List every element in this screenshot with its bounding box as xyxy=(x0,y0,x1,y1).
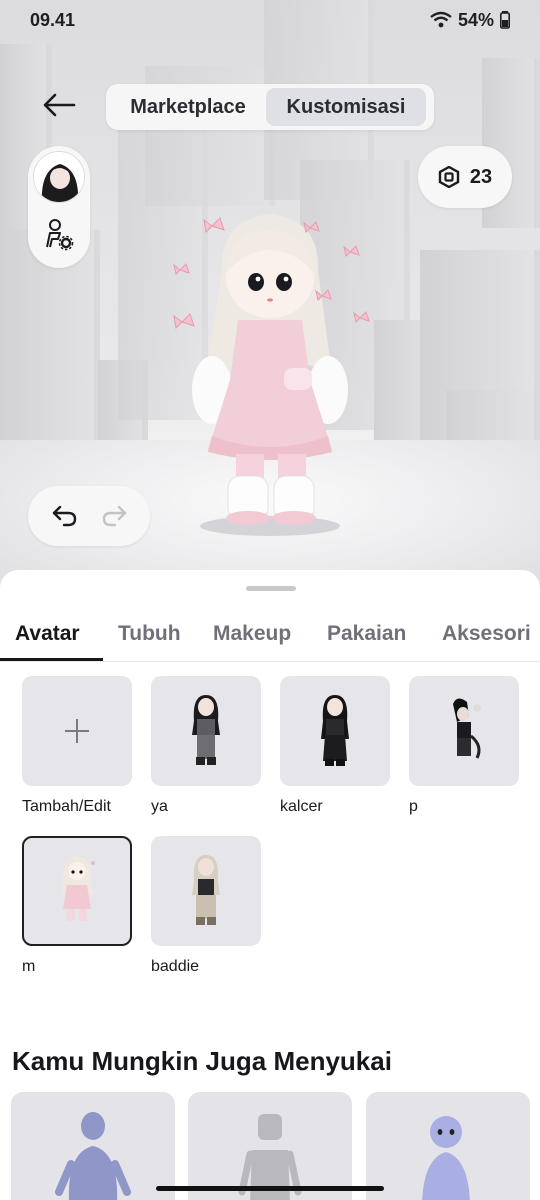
robux-balance[interactable]: 23 xyxy=(418,146,512,208)
battery-percent: 54% xyxy=(457,9,494,30)
status-time: 09.41 xyxy=(30,9,76,30)
outfit-item[interactable]: baddie xyxy=(151,836,261,976)
outfit-figure-image xyxy=(192,695,220,765)
outfit-item-selected[interactable]: m xyxy=(22,836,132,976)
tab-kustomisasi[interactable]: Kustomisasi xyxy=(266,88,426,126)
arrow-left-icon xyxy=(43,93,76,117)
redo-button[interactable] xyxy=(96,498,132,534)
plus-icon xyxy=(65,719,89,743)
outfit-thumbnail[interactable] xyxy=(409,676,519,786)
robux-icon xyxy=(438,166,460,188)
outfit-item[interactable]: kalcer xyxy=(280,676,390,816)
avatar-settings-icon[interactable] xyxy=(42,217,76,251)
outfit-thumbnail[interactable] xyxy=(151,676,261,786)
undo-redo-pill xyxy=(28,486,150,546)
undo-button[interactable] xyxy=(47,498,83,534)
tab-pakaian[interactable]: Pakaian xyxy=(327,622,406,646)
tab-tubuh[interactable]: Tubuh xyxy=(118,622,181,646)
sheet-drag-handle[interactable] xyxy=(246,586,296,591)
active-tab-indicator xyxy=(0,658,103,661)
outfit-thumbnail[interactable] xyxy=(151,836,261,946)
wifi-icon xyxy=(430,11,452,28)
category-tabs: Avatar Tubuh Makeup Pakaian Aksesori xyxy=(0,616,540,662)
tab-makeup[interactable]: Makeup xyxy=(213,622,291,646)
recommendation-card[interactable] xyxy=(188,1092,352,1200)
outfit-figure-image xyxy=(321,695,349,766)
back-button[interactable] xyxy=(36,82,82,128)
tab-avatar[interactable]: Avatar xyxy=(15,622,80,646)
outfit-label: m xyxy=(22,958,36,975)
outfit-label: Tambah/Edit xyxy=(22,798,111,815)
status-indicators: 54% xyxy=(430,10,510,31)
outfit-thumbnail[interactable] xyxy=(280,676,390,786)
outfit-add-edit[interactable]: Tambah/Edit xyxy=(22,676,132,816)
add-outfit-tile[interactable] xyxy=(22,676,132,786)
outfit-figure-image xyxy=(61,857,95,921)
robux-count: 23 xyxy=(469,165,493,188)
outfit-figure-image xyxy=(192,855,220,925)
outfit-figure-image xyxy=(453,698,481,759)
body-preview-image xyxy=(422,1116,470,1200)
avatar-3d-model[interactable] xyxy=(160,200,380,540)
customization-sheet: Avatar Tubuh Makeup Pakaian Aksesori Tam… xyxy=(0,570,540,1200)
outfit-label: ya xyxy=(151,798,168,815)
redo-icon xyxy=(102,505,126,527)
recommendation-card[interactable] xyxy=(11,1092,175,1200)
outfit-item[interactable]: p xyxy=(409,676,519,816)
undo-icon xyxy=(52,505,76,527)
status-bar: 09.41 54% xyxy=(0,0,540,40)
outfit-label: kalcer xyxy=(280,798,323,815)
recommendations-title: Kamu Mungkin Juga Menyukai xyxy=(12,1046,392,1076)
home-indicator[interactable] xyxy=(156,1186,384,1191)
recommendation-card[interactable] xyxy=(366,1092,530,1200)
outfit-label: p xyxy=(409,798,418,815)
outfit-item[interactable]: ya xyxy=(151,676,261,816)
side-tools-pill xyxy=(28,146,90,268)
outfit-label: baddie xyxy=(151,958,200,975)
body-preview-image xyxy=(55,1112,131,1200)
body-preview-image xyxy=(238,1114,302,1200)
avatar-headshot-image xyxy=(34,152,84,202)
avatar-headshot[interactable] xyxy=(33,151,85,203)
mode-segmented-control: Marketplace Kustomisasi xyxy=(106,84,434,130)
battery-icon xyxy=(500,11,510,29)
outfit-thumbnail[interactable] xyxy=(22,836,132,946)
tab-aksesori[interactable]: Aksesori xyxy=(442,622,531,646)
tab-marketplace[interactable]: Marketplace xyxy=(110,88,266,126)
